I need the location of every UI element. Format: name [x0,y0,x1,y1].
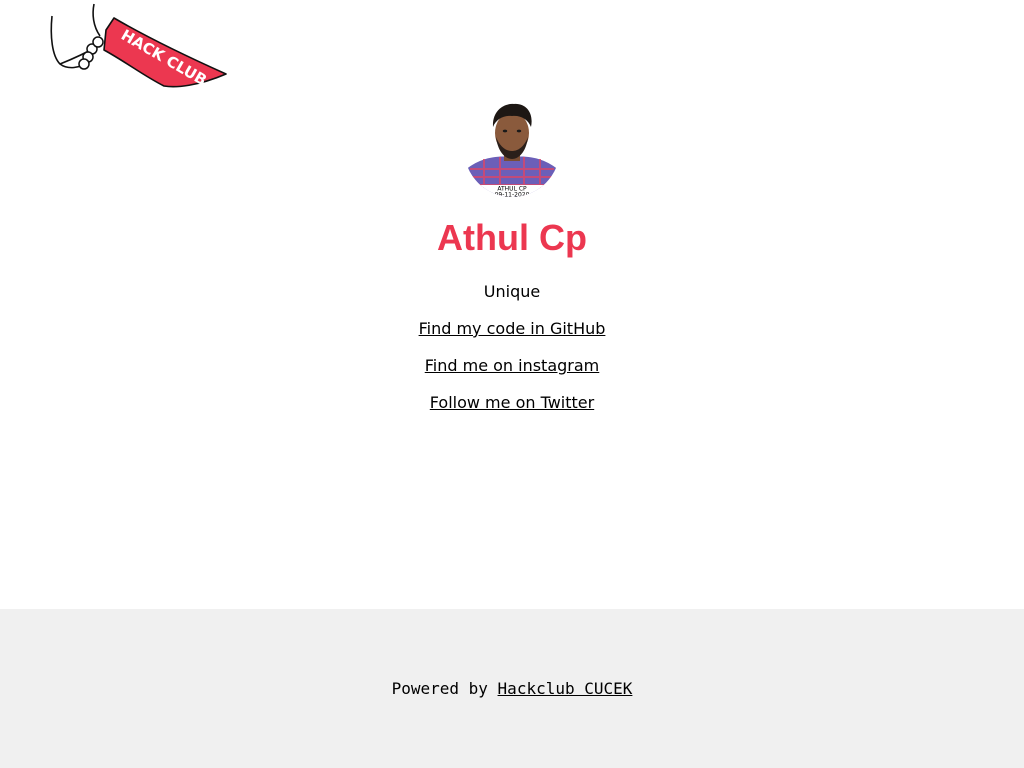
social-links: Find my code in GitHub Find me on instag… [0,319,1024,413]
hackclub-cucek-link[interactable]: Hackclub CUCEK [498,679,633,698]
link-item-instagram: Find me on instagram [0,356,1024,376]
instagram-link[interactable]: Find me on instagram [425,356,600,375]
profile-avatar: ATHUL CP 09-11-2020 [464,101,560,197]
profile-section: ATHUL CP 09-11-2020 Athul Cp Unique Find… [0,101,1024,430]
footer: Powered by Hackclub CUCEK [0,609,1024,768]
profile-name: Athul Cp [437,217,587,258]
footer-prefix: Powered by [391,679,498,698]
twitter-link[interactable]: Follow me on Twitter [430,393,594,412]
profile-tagline: Unique [483,282,541,301]
link-item-twitter: Follow me on Twitter [0,393,1024,413]
link-item-github: Find my code in GitHub [0,319,1024,339]
page: HACK CLUB ATHUL CP 09-11-2020 Athul Cp U… [0,0,1024,768]
footer-text: Powered by Hackclub CUCEK [0,679,1024,699]
github-link[interactable]: Find my code in GitHub [419,319,606,338]
photo-caption-date: 09-11-2020 [495,192,530,198]
hack-club-flag-logo[interactable]: HACK CLUB [48,2,230,90]
